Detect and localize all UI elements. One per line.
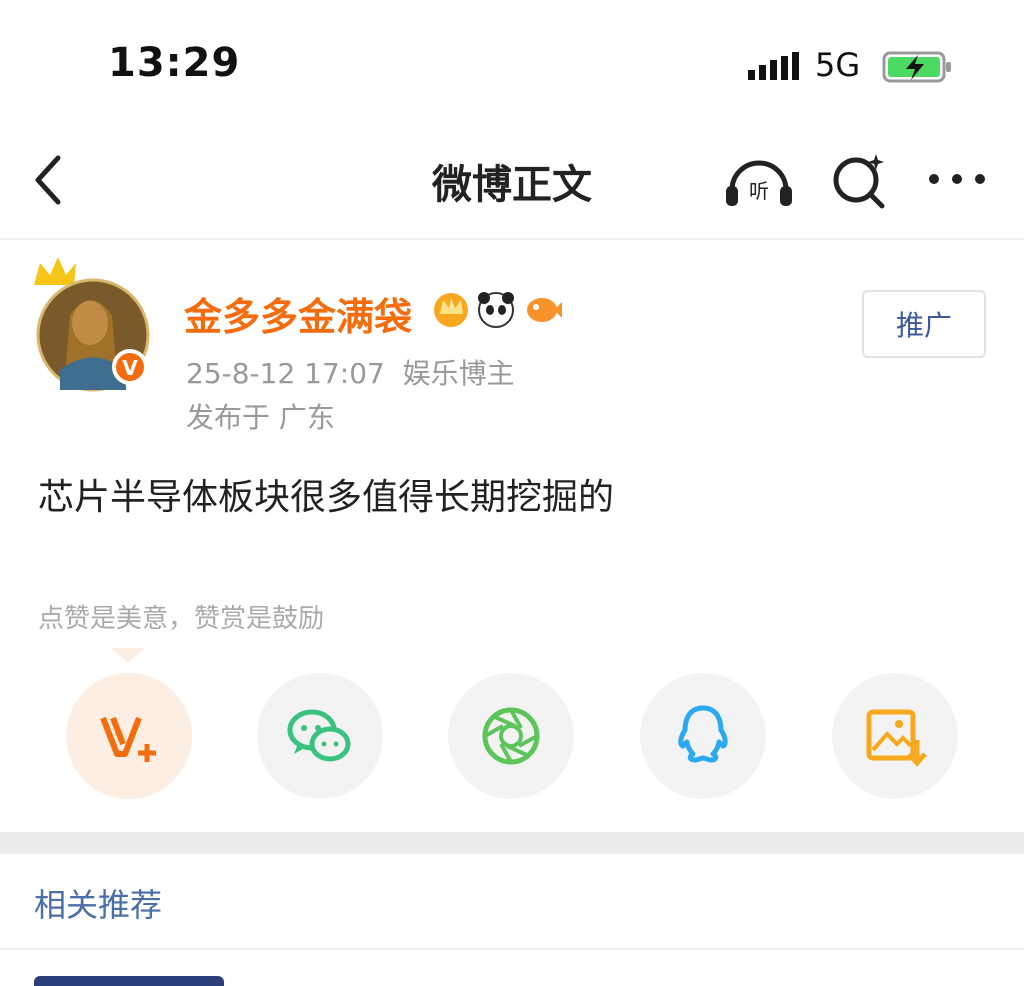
share-weibo-vplus-button[interactable] [66, 673, 192, 799]
signal-icon [748, 52, 799, 80]
panda-badge-icon [478, 292, 514, 328]
related-recommendations-title[interactable]: 相关推荐 [34, 880, 162, 926]
promote-button[interactable]: 推广 [862, 290, 986, 358]
vip-crown-badge-icon [434, 293, 468, 327]
share-wechat-button[interactable] [257, 673, 383, 799]
crown-icon [34, 257, 76, 285]
qq-icon [678, 705, 728, 763]
share-qq-button[interactable] [640, 673, 766, 799]
save-image-button[interactable] [832, 673, 958, 799]
moments-icon [482, 707, 540, 765]
divider [0, 948, 1024, 950]
search-icon[interactable] [830, 150, 890, 210]
author-name[interactable]: 金多多金满袋 [184, 286, 412, 341]
recommendation-thumbnail[interactable] [34, 976, 224, 986]
divider [0, 238, 1024, 240]
network-label: 5G [815, 46, 861, 84]
share-moments-button[interactable] [448, 673, 574, 799]
avatar[interactable]: V [30, 255, 160, 395]
battery-icon [882, 51, 951, 83]
reward-tip: 点赞是美意，赞赏是鼓励 [38, 604, 325, 634]
listen-label: 听 [749, 179, 769, 203]
user-badges [434, 292, 562, 328]
wechat-icon [287, 709, 351, 762]
section-separator [0, 832, 1024, 854]
post-content: 芯片半导体板块很多值得长期挖掘的 [38, 477, 615, 518]
headphones-icon: 听 [726, 160, 792, 206]
verified-icon: V [122, 356, 138, 380]
status-time: 13:29 [108, 40, 241, 86]
listen-button[interactable]: 听 [722, 150, 796, 212]
tip-pointer [110, 648, 146, 662]
save-image-icon [866, 709, 927, 767]
fish-badge-icon [527, 298, 562, 322]
post-meta: 25-8-12 17:07 娱乐博主 [186, 357, 515, 390]
post-location: 发布于 广东 [186, 401, 335, 434]
more-icon[interactable] [926, 166, 988, 192]
v-plus-icon [100, 716, 156, 762]
